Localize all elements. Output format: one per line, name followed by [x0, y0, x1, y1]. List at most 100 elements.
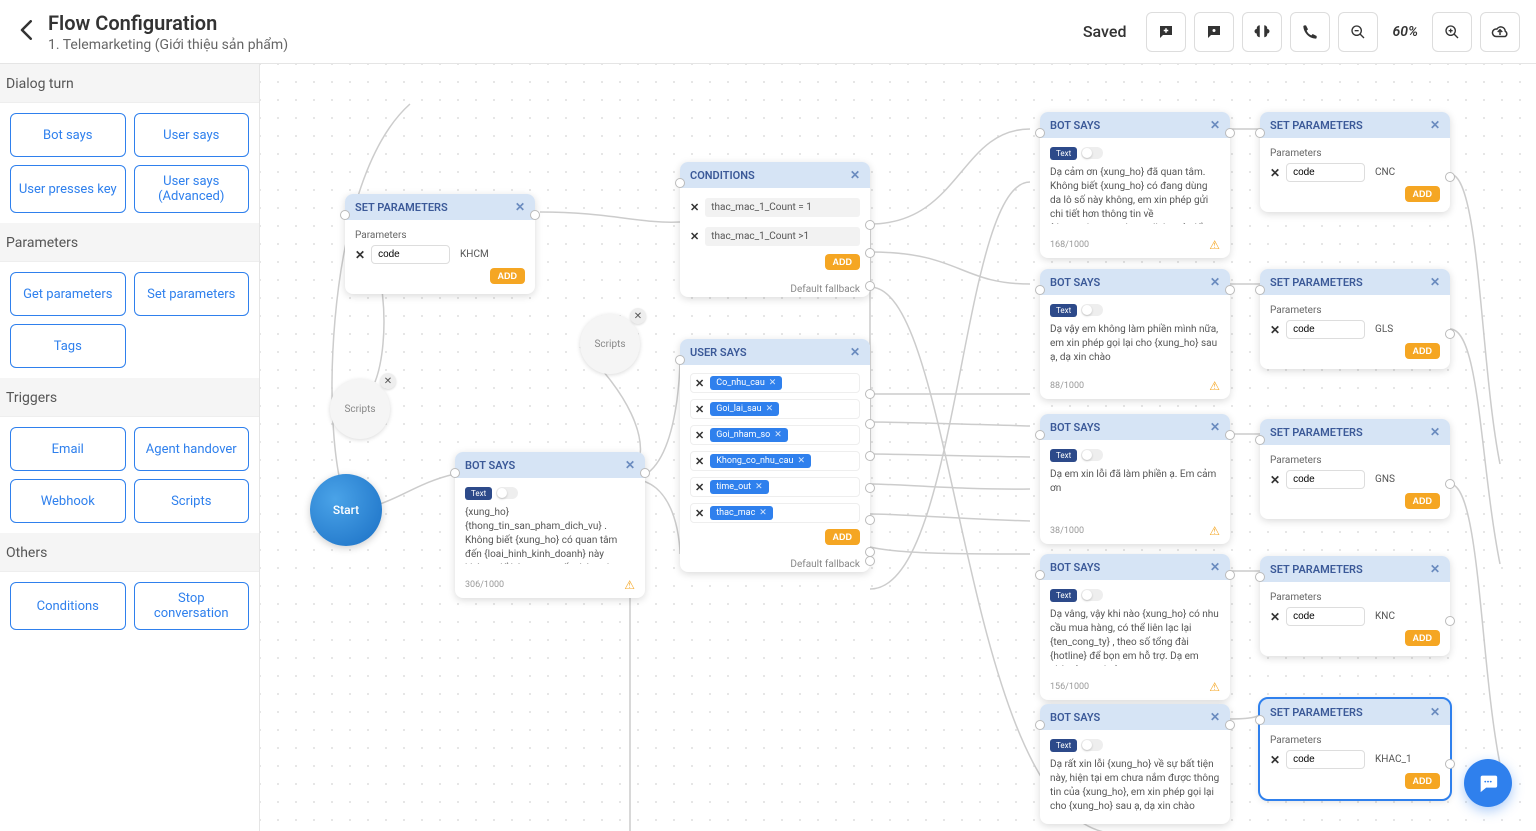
set-parameters-node-khac1[interactable]: SET PARAMETERS✕ Parameters ✕KHAC_1 ADD	[1260, 699, 1450, 799]
palette-stop-conversation[interactable]: Stop conversation	[134, 582, 250, 630]
chat-bubble-plus-icon[interactable]	[1146, 12, 1186, 52]
intent-chip[interactable]: Goi_nham_so✕	[710, 428, 788, 442]
remove-icon[interactable]: ✕	[695, 377, 704, 390]
close-icon[interactable]: ✕	[1210, 560, 1220, 574]
close-icon[interactable]: ✕	[850, 345, 860, 359]
toggle[interactable]	[1081, 304, 1103, 316]
toggle[interactable]	[1081, 589, 1103, 601]
remove-icon[interactable]: ✕	[1270, 753, 1280, 767]
palette-webhook[interactable]: Webhook	[10, 479, 126, 523]
palette-user-says-advanced[interactable]: User says (Advanced)	[134, 165, 250, 213]
close-icon[interactable]: ✕	[625, 458, 635, 472]
bot-says-node-b[interactable]: BOT SAYS✕ Text Dạ vậy em không làm phiền…	[1040, 269, 1230, 399]
bot-text[interactable]: Dạ vâng, vậy khi nào {xung_ho} có nhu cầ…	[1050, 608, 1220, 666]
toggle[interactable]	[1081, 449, 1103, 461]
param-key-input[interactable]	[1286, 320, 1365, 339]
toggle[interactable]	[1081, 147, 1103, 159]
remove-icon[interactable]: ✕	[695, 429, 704, 442]
param-key-input[interactable]	[371, 245, 450, 264]
set-parameters-node-gls[interactable]: SET PARAMETERS✕ Parameters ✕GLS ADD	[1260, 269, 1450, 369]
palette-get-parameters[interactable]: Get parameters	[10, 272, 126, 316]
palette-set-parameters[interactable]: Set parameters	[134, 272, 250, 316]
remove-icon[interactable]: ✕	[355, 248, 365, 262]
brain-icon[interactable]	[1242, 12, 1282, 52]
palette-bot-says[interactable]: Bot says	[10, 113, 126, 157]
bot-says-node-d[interactable]: BOT SAYS✕ Text Dạ vâng, vậy khi nào {xun…	[1040, 554, 1230, 700]
zoom-out-icon[interactable]	[1338, 12, 1378, 52]
intent-chip[interactable]: Khong_co_nhu_cau✕	[710, 454, 811, 468]
bot-says-node-a[interactable]: BOT SAYS✕ Text Dạ cảm ơn {xung_ho} đã qu…	[1040, 112, 1230, 258]
scripts-node-1[interactable]: Scripts ✕	[330, 379, 390, 439]
close-icon[interactable]: ✕	[1210, 710, 1220, 724]
remove-icon[interactable]: ✕	[1270, 610, 1280, 624]
intent-chip[interactable]: Co_nhu_cau✕	[710, 376, 782, 390]
canvas[interactable]: Start Scripts ✕ Scripts ✕ SET PARAMETERS…	[260, 64, 1536, 831]
palette-scripts[interactable]: Scripts	[134, 479, 250, 523]
param-key-input[interactable]	[1286, 470, 1365, 489]
remove-icon[interactable]: ✕	[695, 481, 704, 494]
toggle[interactable]	[1081, 739, 1103, 751]
zoom-in-icon[interactable]	[1432, 12, 1472, 52]
close-icon[interactable]: ✕	[1430, 425, 1440, 439]
remove-icon[interactable]: ✕	[1270, 473, 1280, 487]
close-icon[interactable]: ✕	[380, 373, 396, 389]
phone-icon[interactable]	[1290, 12, 1330, 52]
close-icon[interactable]: ✕	[1430, 705, 1440, 719]
remove-icon[interactable]: ✕	[695, 455, 704, 468]
close-icon[interactable]: ✕	[1210, 420, 1220, 434]
condition-text[interactable]: thac_mac_1_Count >1	[705, 227, 860, 246]
intent-chip[interactable]: time_out✕	[710, 480, 768, 494]
param-key-input[interactable]	[1286, 607, 1365, 626]
scripts-node-2[interactable]: Scripts ✕	[580, 314, 640, 374]
set-parameters-node-cnc[interactable]: SET PARAMETERS✕ Parameters ✕CNC ADD	[1260, 112, 1450, 212]
bot-says-node-c[interactable]: BOT SAYS✕ Text Dạ em xin lỗi đã làm phiề…	[1040, 414, 1230, 544]
close-icon[interactable]: ✕	[1210, 118, 1220, 132]
close-icon[interactable]: ✕	[850, 168, 860, 182]
remove-icon[interactable]: ✕	[1270, 166, 1280, 180]
remove-icon[interactable]: ✕	[695, 403, 704, 416]
palette-agent-handover[interactable]: Agent handover	[134, 427, 250, 471]
close-icon[interactable]: ✕	[1430, 275, 1440, 289]
set-parameters-node-knc[interactable]: SET PARAMETERS✕ Parameters ✕KNC ADD	[1260, 556, 1450, 656]
palette-conditions[interactable]: Conditions	[10, 582, 126, 630]
palette-user-says[interactable]: User says	[134, 113, 250, 157]
toggle[interactable]	[496, 487, 518, 499]
close-icon[interactable]: ✕	[630, 308, 646, 324]
close-icon[interactable]: ✕	[1430, 118, 1440, 132]
set-parameters-node-khcm[interactable]: SET PARAMETERS✕ Parameters ✕ KHCM ADD	[345, 194, 535, 294]
add-button[interactable]: ADD	[1405, 186, 1441, 202]
param-key-input[interactable]	[1286, 163, 1365, 182]
close-icon[interactable]: ✕	[515, 200, 525, 214]
add-button[interactable]: ADD	[1405, 630, 1441, 646]
bot-text[interactable]: Dạ cảm ơn {xung_ho} đã quan tâm. Không b…	[1050, 166, 1220, 224]
add-button[interactable]: ADD	[825, 529, 861, 545]
bot-text[interactable]: Dạ rất xin lỗi {xung_ho} về sự bất tiện …	[1050, 758, 1220, 814]
conditions-node[interactable]: CONDITIONS✕ ✕thac_mac_1_Count = 1 ✕thac_…	[680, 162, 870, 297]
remove-icon[interactable]: ✕	[690, 230, 699, 243]
chat-bubble-gear-icon[interactable]	[1194, 12, 1234, 52]
condition-text[interactable]: thac_mac_1_Count = 1	[705, 198, 860, 217]
add-button[interactable]: ADD	[825, 254, 861, 270]
cloud-upload-icon[interactable]	[1480, 12, 1520, 52]
palette-tags[interactable]: Tags	[10, 324, 126, 368]
palette-email[interactable]: Email	[10, 427, 126, 471]
add-button[interactable]: ADD	[1405, 773, 1441, 789]
add-button[interactable]: ADD	[1405, 493, 1441, 509]
bot-text[interactable]: Dạ em xin lỗi đã làm phiền ạ. Em cảm ơn	[1050, 468, 1220, 510]
bot-says-node-main[interactable]: BOT SAYS✕ Text {xung_ho} {thong_tin_san_…	[455, 452, 645, 598]
close-icon[interactable]: ✕	[1210, 275, 1220, 289]
back-button[interactable]	[16, 14, 38, 50]
bot-text[interactable]: Dạ vậy em không làm phiền mình nữa, em x…	[1050, 323, 1220, 365]
remove-icon[interactable]: ✕	[690, 201, 699, 214]
intent-chip[interactable]: Goi_lai_sau✕	[710, 402, 779, 416]
bot-says-node-e[interactable]: BOT SAYS✕ Text Dạ rất xin lỗi {xung_ho} …	[1040, 704, 1230, 824]
user-says-node[interactable]: USER SAYS✕ ✕Co_nhu_cau✕ ✕Goi_lai_sau✕ ✕G…	[680, 339, 870, 572]
intent-chip[interactable]: thac_mac✕	[710, 506, 773, 520]
start-node[interactable]: Start	[310, 474, 382, 546]
add-button[interactable]: ADD	[1405, 343, 1441, 359]
set-parameters-node-gns[interactable]: SET PARAMETERS✕ Parameters ✕GNS ADD	[1260, 419, 1450, 519]
add-button[interactable]: ADD	[490, 268, 526, 284]
bot-text[interactable]: {xung_ho} {thong_tin_san_pham_dich_vu} .…	[465, 506, 635, 564]
remove-icon[interactable]: ✕	[695, 507, 704, 520]
palette-user-presses-key[interactable]: User presses key	[10, 165, 126, 213]
